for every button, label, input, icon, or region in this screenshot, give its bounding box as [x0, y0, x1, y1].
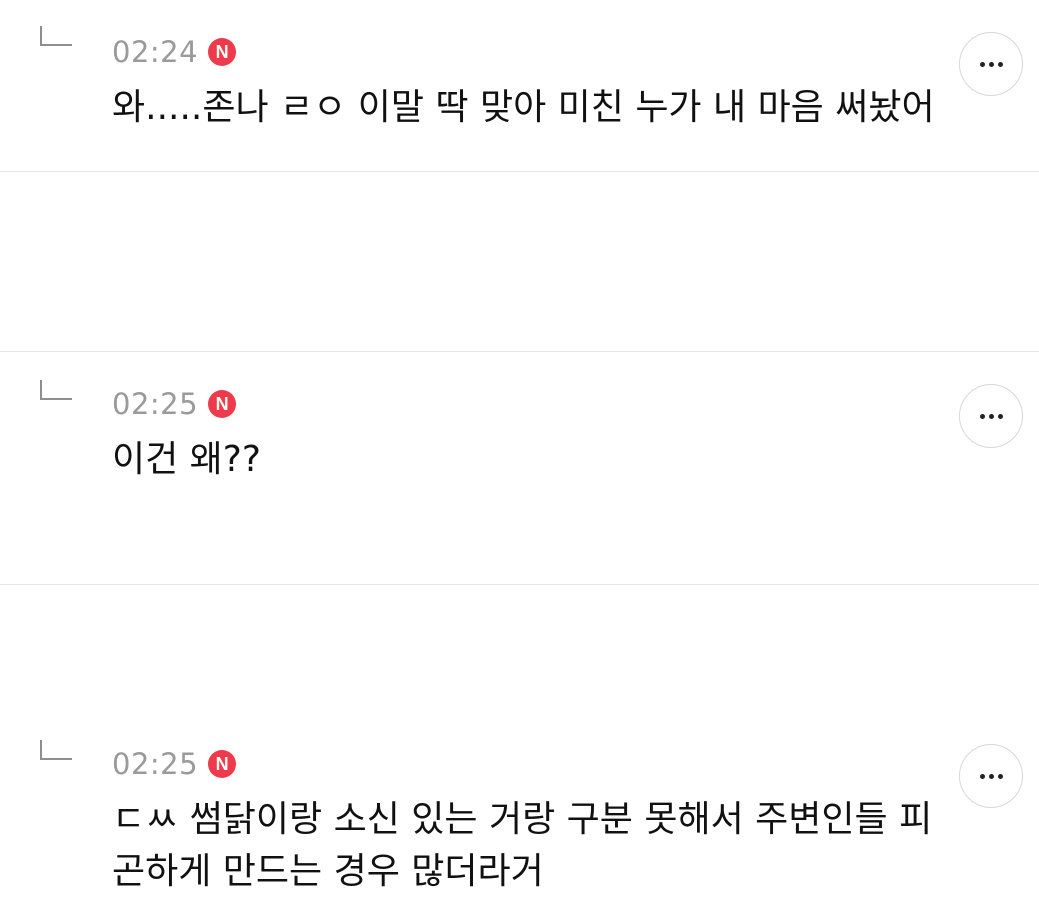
reply-item: 02:24 N 와.....존나 ㄹㅇ 이말 딱 맞아 미친 누가 내 마음 써… [0, 0, 1039, 172]
reply-list: 02:24 N 와.....존나 ㄹㅇ 이말 딱 맞아 미친 누가 내 마음 써… [0, 0, 1039, 892]
more-options-button[interactable] [959, 744, 1023, 808]
reply-text: ㄷㅆ 썸닭이랑 소신 있는 거랑 구분 못해서 주변인들 피곤하게 만드는 경우… [112, 799, 933, 892]
reply-arrow-icon [40, 740, 72, 760]
reply-meta: 02:25 N [112, 744, 939, 784]
reply-text: 와.....존나 ㄹㅇ 이말 딱 맞아 미친 누가 내 마음 써놨어 [112, 87, 935, 128]
reply-meta: 02:24 N [112, 32, 939, 72]
more-dots-icon [979, 773, 1003, 779]
new-badge-icon: N [208, 38, 237, 66]
more-dots-icon [979, 61, 1003, 67]
reply-time: 02:24 [112, 35, 199, 69]
reply-content: 02:24 N 와.....존나 ㄹㅇ 이말 딱 맞아 미친 누가 내 마음 써… [112, 32, 939, 134]
reply-item: 02:25 N ㄷㅆ 썸닭이랑 소신 있는 거랑 구분 못해서 주변인들 피곤하… [0, 352, 1039, 892]
reply-time: 02:25 [112, 747, 199, 781]
reply-content: 02:25 N ㄷㅆ 썸닭이랑 소신 있는 거랑 구분 못해서 주변인들 피곤하… [112, 744, 939, 898]
new-badge-icon: N [208, 750, 237, 778]
reply-item: 02:25 N 이건 왜?? [0, 172, 1039, 480]
reply-arrow-icon [40, 26, 72, 46]
more-options-button[interactable] [959, 32, 1023, 96]
